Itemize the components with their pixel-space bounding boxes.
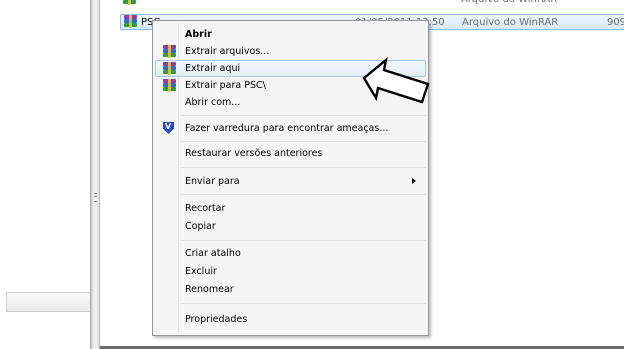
navigation-pane [0, 0, 90, 349]
menu-item-label: Abrir [185, 29, 212, 40]
menu-item-scan[interactable]: Fazer varredura para encontrar ameaças..… [155, 120, 426, 137]
menu-item-label: Renomear [185, 284, 234, 295]
navigation-item[interactable] [6, 292, 90, 312]
menu-separator [181, 194, 426, 195]
menu-separator [181, 141, 426, 142]
menu-item-cut[interactable]: Recortar [155, 200, 426, 217]
menu-item-send-to[interactable]: Enviar para [155, 173, 426, 190]
menu-item-rename[interactable]: Renomear [155, 281, 426, 298]
splitter-grip-icon[interactable] [94, 193, 97, 202]
pointer-arrow-icon [362, 56, 430, 104]
winrar-archive-icon [163, 62, 176, 78]
menu-item-label: Excluir [185, 266, 217, 277]
menu-item-label: Abrir com... [185, 97, 241, 108]
menu-item-label: Extrair aqui [185, 63, 241, 74]
menu-item-create-shortcut[interactable]: Criar atalho [155, 245, 426, 262]
menu-separator [181, 303, 426, 304]
menu-item-copy[interactable]: Copiar [155, 218, 426, 235]
menu-item-label: Recortar [185, 203, 226, 214]
menu-separator [181, 115, 426, 116]
menu-separator [181, 167, 426, 168]
menu-item-open[interactable]: Abrir [155, 26, 426, 43]
shield-icon [163, 122, 174, 137]
menu-item-restore[interactable]: Restaurar versões anteriores [155, 145, 426, 162]
pane-splitter[interactable] [90, 0, 100, 349]
winrar-archive-icon [163, 79, 176, 95]
file-row[interactable]: Arquivo do WinRAR [120, 0, 624, 8]
file-size: 909 KB [607, 17, 624, 28]
winrar-archive-icon [123, 0, 136, 8]
menu-item-label: Criar atalho [185, 248, 241, 259]
winrar-archive-icon [163, 45, 176, 61]
menu-item-label: Propriedades [185, 314, 248, 325]
menu-item-label: Extrair arquivos... [185, 46, 270, 57]
file-type: Arquivo do WinRAR [461, 0, 557, 5]
menu-item-label: Copiar [185, 221, 216, 232]
menu-item-label: Restaurar versões anteriores [185, 148, 323, 159]
menu-separator [181, 240, 426, 241]
menu-item-properties[interactable]: Propriedades [155, 311, 426, 328]
menu-item-label: Extrair para PSC\ [185, 80, 266, 91]
menu-item-label: Enviar para [185, 176, 240, 187]
submenu-arrow-icon [412, 178, 416, 184]
menu-item-label: Fazer varredura para encontrar ameaças..… [185, 123, 389, 134]
menu-item-delete[interactable]: Excluir [155, 263, 426, 280]
file-type: Arquivo do WinRAR [462, 17, 559, 28]
winrar-archive-icon [124, 15, 137, 31]
